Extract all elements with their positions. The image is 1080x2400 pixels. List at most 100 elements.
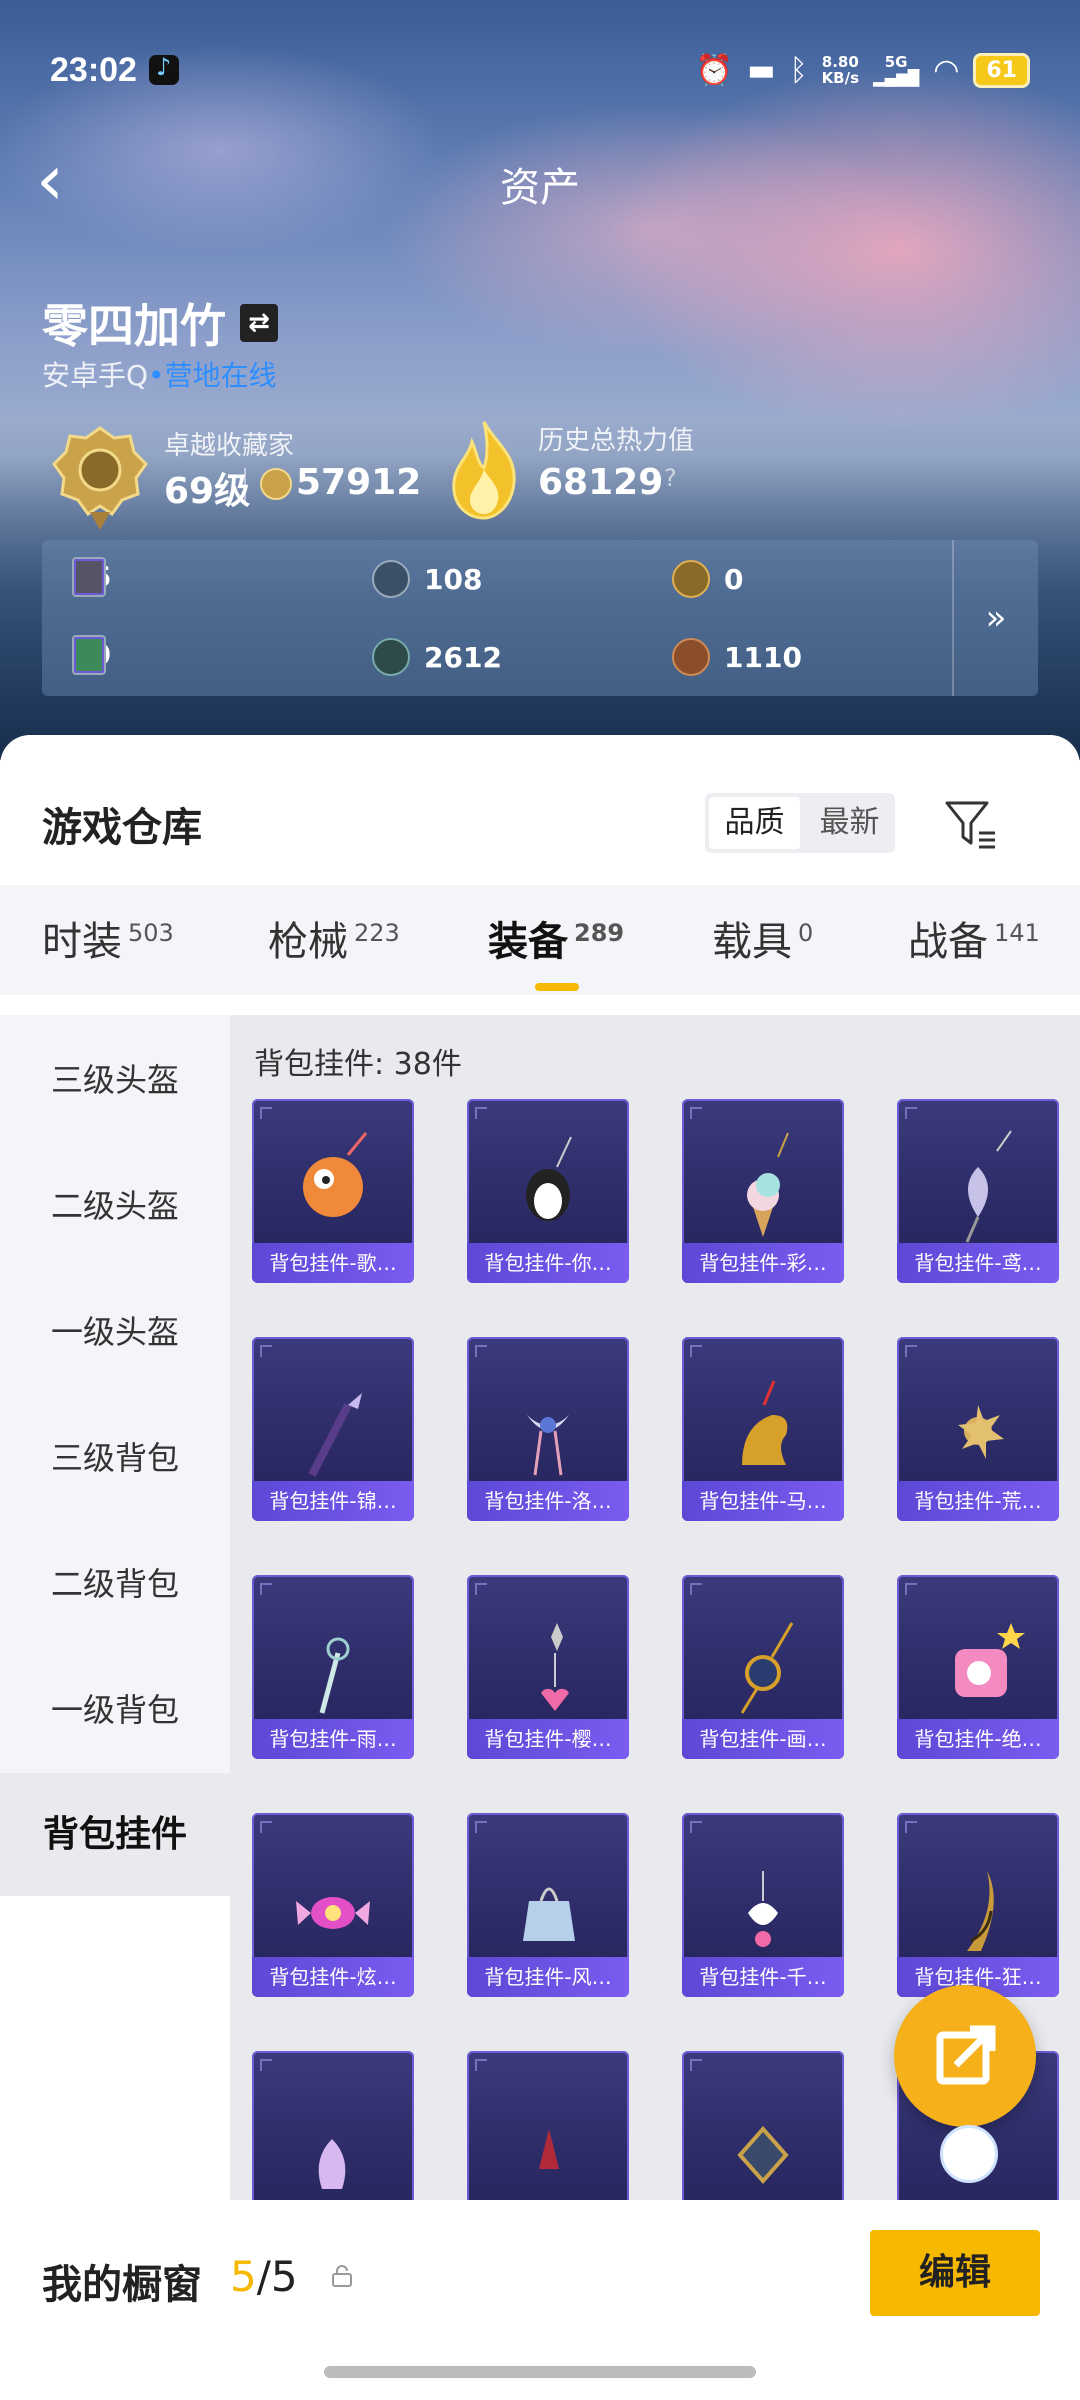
currency-item[interactable]: 66 bbox=[72, 556, 111, 597]
music-app-icon bbox=[148, 53, 179, 85]
home-indicator[interactable] bbox=[324, 2366, 756, 2378]
sleep-icon: ▬ bbox=[747, 52, 776, 88]
copper-coin-icon bbox=[672, 638, 710, 676]
item-card-label: 背包挂件-鸢… bbox=[897, 1243, 1059, 1283]
stat-divider bbox=[244, 468, 246, 502]
item-card[interactable]: 背包挂件-歌… bbox=[252, 1099, 414, 1283]
backpack-charm-icon bbox=[467, 1107, 629, 1247]
item-card[interactable]: 背包挂件-荒… bbox=[897, 1337, 1059, 1521]
status-bar: 23:02 ⏰ ▬ ᛒ 8.80KB/s 5G▂▄▆█ ◠ 61 bbox=[50, 40, 1030, 100]
signal-icon: 5G ▂▄▆█ bbox=[873, 53, 920, 87]
share-icon bbox=[936, 2025, 996, 2085]
sidebar-item-backpack-2[interactable]: 二级背包 bbox=[0, 1559, 230, 1605]
status-time: 23:02 bbox=[50, 50, 137, 89]
currency-item[interactable]: 1110 bbox=[672, 638, 802, 676]
item-card[interactable] bbox=[682, 2051, 844, 2200]
item-card-label: 背包挂件-炫… bbox=[252, 1957, 414, 1997]
backpack-charm-icon bbox=[252, 1107, 414, 1247]
sort-newest[interactable]: 最新 bbox=[804, 793, 895, 853]
currency-item[interactable]: 0 bbox=[672, 560, 743, 598]
page-title: 资产 bbox=[500, 165, 580, 211]
item-card[interactable]: 背包挂件-炫… bbox=[252, 1813, 414, 1997]
item-card[interactable]: 背包挂件-马… bbox=[682, 1337, 844, 1521]
collector-points: 57912 bbox=[296, 462, 422, 503]
item-card-label: 背包挂件-雨… bbox=[252, 1719, 414, 1759]
backpack-charm-icon bbox=[682, 1107, 844, 1247]
item-card-label: 背包挂件-马… bbox=[682, 1481, 844, 1521]
item-card-label: 背包挂件-洛… bbox=[467, 1481, 629, 1521]
lock-icon bbox=[332, 2265, 352, 2287]
sidebar-item-helmet-3[interactable]: 三级头盔 bbox=[0, 1055, 230, 1101]
item-card-label: 背包挂件-歌… bbox=[252, 1243, 414, 1283]
flame-icon bbox=[452, 421, 516, 520]
tab-guns[interactable]: 枪械 223 bbox=[268, 909, 400, 967]
currency-item[interactable]: 30 bbox=[72, 634, 111, 675]
item-card[interactable]: 背包挂件-画… bbox=[682, 1575, 844, 1759]
item-card-label: 背包挂件-荒… bbox=[897, 1481, 1059, 1521]
sidebar-empty bbox=[0, 1896, 230, 2200]
sidebar-item-backpack-3[interactable]: 三级背包 bbox=[0, 1433, 230, 1479]
platform-label: 安卓手Q bbox=[42, 359, 149, 392]
profile-subline: 安卓手Q•营地在线 bbox=[42, 354, 277, 394]
item-card[interactable]: 背包挂件-彩… bbox=[682, 1099, 844, 1283]
item-card[interactable]: 背包挂件-鸢… bbox=[897, 1099, 1059, 1283]
sidebar-item-backpack-charm[interactable]: 背包挂件 bbox=[0, 1773, 230, 1897]
share-button[interactable] bbox=[894, 1985, 1036, 2127]
item-card[interactable]: 背包挂件-洛… bbox=[467, 1337, 629, 1521]
item-card-label: 背包挂件-樱… bbox=[467, 1719, 629, 1759]
warehouse-title: 游戏仓库 bbox=[42, 805, 202, 851]
item-card-label: 背包挂件-千… bbox=[682, 1957, 844, 1997]
heat-help-icon[interactable]: ? bbox=[664, 464, 677, 492]
item-card-label: 背包挂件-绝… bbox=[897, 1719, 1059, 1759]
item-card[interactable]: 背包挂件-锦… bbox=[252, 1337, 414, 1521]
backpack-charm-icon bbox=[252, 1821, 414, 1961]
backpack-charm-icon bbox=[467, 1583, 629, 1723]
item-card[interactable]: 背包挂件-樱… bbox=[467, 1575, 629, 1759]
status-icons: ⏰ ▬ ᛒ 8.80 KB/s 5G ▂▄▆█ ◠ 61 bbox=[696, 52, 1030, 88]
sort-quality[interactable]: 品质 bbox=[709, 797, 800, 849]
item-card-label: 背包挂件-你… bbox=[467, 1243, 629, 1283]
mascot-avatar[interactable] bbox=[940, 2125, 998, 2183]
sidebar-item-backpack-1[interactable]: 一级背包 bbox=[0, 1685, 230, 1731]
bluetooth-icon: ᛒ bbox=[789, 52, 808, 88]
heat-label: 历史总热力值 bbox=[538, 426, 695, 456]
item-card-label: 背包挂件-彩… bbox=[682, 1243, 844, 1283]
item-card[interactable]: 背包挂件-绝… bbox=[897, 1575, 1059, 1759]
showcase-label: 我的橱窗 bbox=[42, 2262, 202, 2308]
silver-coin-icon bbox=[372, 560, 410, 598]
currency-item[interactable]: 108 bbox=[372, 560, 482, 598]
item-card[interactable]: 背包挂件-狂… bbox=[897, 1813, 1059, 1997]
currency-item[interactable]: 2612 bbox=[372, 638, 502, 676]
backpack-charm-icon bbox=[252, 1583, 414, 1723]
backpack-charm-icon bbox=[467, 2059, 629, 2199]
showcase-count: 5/5 bbox=[230, 2252, 298, 2301]
tab-vehicles[interactable]: 载具 0 bbox=[712, 909, 813, 967]
backpack-charm-icon bbox=[682, 1583, 844, 1723]
sidebar-item-helmet-1[interactable]: 一级头盔 bbox=[0, 1307, 230, 1353]
tab-gear[interactable]: 战备 141 bbox=[908, 909, 1040, 967]
item-card[interactable]: 背包挂件-千… bbox=[682, 1813, 844, 1997]
heat-value: 68129 bbox=[538, 462, 664, 503]
item-card-label: 背包挂件-锦… bbox=[252, 1481, 414, 1521]
backpack-charm-icon bbox=[467, 1345, 629, 1485]
item-card[interactable]: 背包挂件-风… bbox=[467, 1813, 629, 1997]
network-speed: 8.80 KB/s bbox=[821, 53, 860, 87]
item-card[interactable] bbox=[252, 2051, 414, 2200]
filter-icon[interactable] bbox=[943, 797, 999, 853]
item-card[interactable] bbox=[467, 2051, 629, 2200]
switch-account-icon[interactable]: ⇄ bbox=[240, 304, 278, 342]
expand-currency-button[interactable]: » bbox=[952, 540, 1038, 696]
backpack-charm-icon bbox=[897, 1583, 1059, 1723]
gold-coin-icon bbox=[672, 560, 710, 598]
profile-name: 零四加竹 bbox=[42, 299, 226, 353]
item-card[interactable]: 背包挂件-你… bbox=[467, 1099, 629, 1283]
tab-fashion[interactable]: 时装 503 bbox=[42, 909, 174, 967]
backpack-charm-icon bbox=[252, 2059, 414, 2199]
edit-button[interactable]: 编辑 bbox=[870, 2230, 1040, 2316]
backpack-charm-icon bbox=[897, 1345, 1059, 1485]
sidebar-item-helmet-2[interactable]: 二级头盔 bbox=[0, 1181, 230, 1227]
tab-equipment[interactable]: 装备 289 bbox=[488, 909, 624, 967]
item-card[interactable]: 背包挂件-雨… bbox=[252, 1575, 414, 1759]
backpack-charm-icon bbox=[252, 1345, 414, 1485]
category-count: 背包挂件: 38件 bbox=[254, 1047, 462, 1082]
